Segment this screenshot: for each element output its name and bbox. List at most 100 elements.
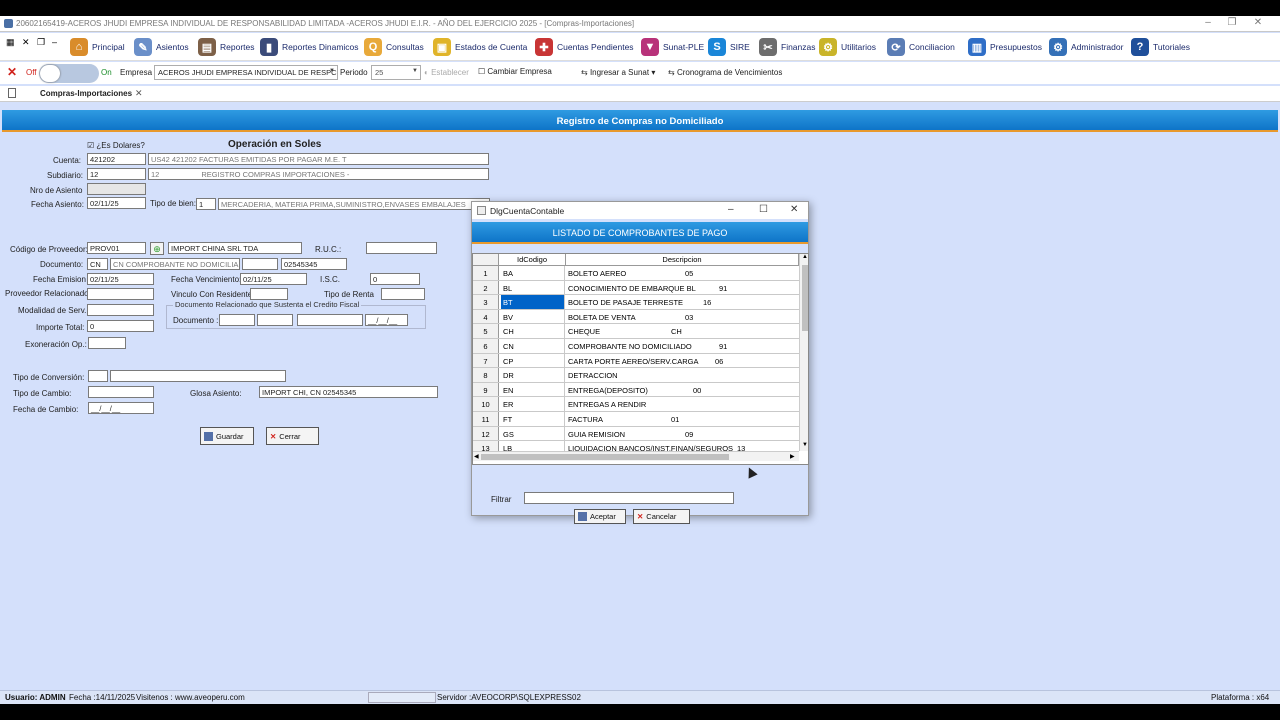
minimize-doc-icon[interactable]: – — [52, 37, 57, 47]
doc-code-input[interactable]: CN — [87, 258, 108, 270]
table-row[interactable]: 9 EN ENTREGA(DEPOSITO) 00 — [473, 382, 799, 398]
menu-item-finanzas[interactable]: ✂ Finanzas — [759, 37, 816, 57]
cuenta-input[interactable]: 421202 — [87, 153, 146, 165]
row-number[interactable]: 10 — [473, 397, 499, 411]
column-header-descripcion[interactable]: Descripcion — [566, 254, 799, 266]
filtrar-input[interactable] — [524, 492, 734, 504]
tipo-bien-input[interactable]: 1 — [196, 198, 216, 210]
dialog-maximize-button[interactable]: ☐ — [759, 204, 768, 215]
row-number[interactable]: 1 — [473, 266, 499, 280]
menu-item-estados-de-cuenta[interactable]: ▣ Estados de Cuenta — [433, 37, 527, 57]
menu-item-reportes-dinamicos[interactable]: ▮ Reportes Dinamicos — [260, 37, 359, 57]
menu-item-cuentas-pendientes[interactable]: ✚ Cuentas Pendientes — [535, 37, 634, 57]
table-row[interactable]: 7 CP CARTA PORTE AEREO/SERV.CARGA 06 — [473, 353, 799, 369]
row-number[interactable]: 2 — [473, 280, 499, 295]
doc-rel-type-input[interactable] — [219, 314, 255, 326]
aceptar-button[interactable]: Aceptar — [574, 509, 626, 524]
doc-serie-input[interactable] — [242, 258, 278, 270]
menu-item-administrador[interactable]: ⚙ Administrador — [1049, 37, 1123, 57]
cell-descripcion[interactable]: CARTA PORTE AEREO/SERV.CARGA — [568, 357, 698, 366]
menu-item-sunat-ple[interactable]: ▼ Sunat-PLE — [641, 37, 704, 57]
cell-descripcion[interactable]: CHEQUE — [568, 327, 600, 336]
tipo-conversion-input[interactable] — [88, 370, 108, 382]
cell-idcodigo[interactable]: CN — [501, 339, 565, 353]
cell-idcodigo[interactable]: DR — [501, 368, 565, 382]
close-red-icon[interactable]: ✕ — [7, 65, 17, 79]
row-number[interactable]: 6 — [473, 339, 499, 353]
menu-item-utilitarios[interactable]: ⚙ Utilitarios — [819, 37, 876, 57]
cell-descripcion[interactable]: BOLETA DE VENTA — [568, 313, 636, 322]
prov-rel-input[interactable] — [87, 288, 154, 300]
row-number[interactable]: 11 — [473, 412, 499, 426]
vertical-scrollbar[interactable]: ▲ ▼ — [799, 254, 808, 451]
cell-idcodigo[interactable]: FT — [501, 412, 565, 426]
table-row[interactable]: 10 ER ENTREGAS A RENDIR — [473, 397, 799, 412]
empresa-select[interactable]: ACEROS JHUDI EMPRESA INDIVIDUAL DE RESPC… — [154, 65, 338, 80]
comprobantes-grid[interactable]: IdCodigo Descripcion 1 BA BOLETO AEREO 05 2 B… — [472, 253, 809, 465]
cerrar-button[interactable]: ✕ Cerrar — [266, 427, 319, 445]
doc-rel-number-input[interactable] — [297, 314, 363, 326]
exoneracion-input[interactable] — [88, 337, 126, 349]
table-row[interactable]: 2 BL CONOCIMIENTO DE EMBARQUE BL 91 — [473, 280, 799, 296]
vinculo-input[interactable] — [250, 288, 288, 300]
doc-rel-date-input[interactable]: __/__/__ — [365, 314, 408, 326]
vertical-scroll-thumb[interactable] — [802, 265, 808, 331]
close-button[interactable]: ✕ — [1248, 17, 1268, 28]
ruc-input[interactable] — [366, 242, 437, 254]
cell-descripcion[interactable]: ENTREGAS A RENDIR — [568, 400, 646, 409]
table-row[interactable]: 6 CN COMPROBANTE NO DOMICILIADO 91 — [473, 339, 799, 354]
toggle-knob[interactable] — [40, 65, 60, 82]
cell-descripcion[interactable]: COMPROBANTE NO DOMICILIADO — [568, 342, 692, 351]
menu-item-reportes[interactable]: ▤ Reportes — [198, 37, 255, 57]
menu-item-principal[interactable]: ⌂ Principal — [70, 37, 125, 57]
table-row[interactable]: 3 BT BOLETO DE PASAJE TERRESTE 16 — [473, 295, 799, 310]
cell-descripcion[interactable]: FACTURA — [568, 415, 603, 424]
cell-idcodigo[interactable]: BT — [501, 295, 565, 309]
fecha-cambio-input[interactable]: __/__/__ — [88, 402, 154, 414]
tipo-renta-input[interactable] — [381, 288, 425, 300]
dialog-close-button[interactable]: ✕ — [790, 204, 798, 215]
row-number[interactable]: 9 — [473, 382, 499, 397]
cell-idcodigo[interactable]: CP — [501, 353, 565, 368]
menu-item-presupuestos[interactable]: ▥ Presupuestos — [968, 37, 1042, 57]
row-number[interactable]: 5 — [473, 324, 499, 338]
doc-number-input[interactable]: 02545345 — [281, 258, 347, 270]
glosa-input[interactable]: IMPORT CHI, CN 02545345 — [259, 386, 438, 398]
row-number[interactable]: 4 — [473, 309, 499, 324]
cell-descripcion[interactable]: DETRACCION — [568, 371, 618, 380]
periodo-select[interactable]: 25 ▼ — [371, 65, 421, 80]
cell-descripcion[interactable]: BOLETO AEREO — [568, 269, 626, 278]
scroll-down-icon[interactable]: ▼ — [802, 442, 808, 448]
row-number[interactable]: 3 — [473, 295, 499, 309]
restore-icon[interactable]: ❐ — [37, 37, 45, 48]
column-header-idcodigo[interactable]: IdCodigo — [499, 254, 566, 266]
table-row[interactable]: 8 DR DETRACCION — [473, 368, 799, 383]
es-dolares-checkbox[interactable]: ☑ ¿Es Dolares? — [87, 141, 145, 150]
cell-descripcion[interactable]: CONOCIMIENTO DE EMBARQUE BL — [568, 284, 696, 293]
cell-idcodigo[interactable]: EN — [501, 382, 565, 397]
subdiario-input[interactable]: 12 — [87, 168, 146, 180]
table-row[interactable]: 1 BA BOLETO AEREO 05 — [473, 266, 799, 281]
cell-idcodigo[interactable]: BV — [501, 309, 565, 324]
menu-item-conciliacion[interactable]: ⟳ Conciliacion — [887, 37, 955, 57]
minimize-button[interactable]: – — [1198, 17, 1218, 28]
table-row[interactable]: 4 BV BOLETA DE VENTA 03 — [473, 309, 799, 325]
menu-item-asientos[interactable]: ✎ Asientos — [134, 37, 189, 57]
establecer-button[interactable]: ◐ Establecer — [424, 68, 469, 77]
horizontal-scrollbar[interactable]: ◀ ▶ — [473, 451, 799, 461]
menu-item-sire[interactable]: S SIRE — [708, 37, 750, 57]
table-row[interactable]: 11 FT FACTURA 01 — [473, 412, 799, 427]
fecha-emision-input[interactable]: 02/11/25 — [87, 273, 154, 285]
status-visitenos[interactable]: Visitenos : www.aveoperu.com — [136, 693, 245, 702]
row-number[interactable]: 8 — [473, 368, 499, 382]
add-proveedor-icon[interactable]: ⊕ — [150, 242, 164, 255]
scroll-left-icon[interactable]: ◀ — [474, 453, 479, 460]
importe-input[interactable]: 0 — [87, 320, 154, 332]
guardar-button[interactable]: Guardar — [200, 427, 254, 445]
cell-idcodigo[interactable]: BA — [501, 266, 565, 280]
cancelar-button[interactable]: ✕ Cancelar — [633, 509, 690, 524]
menu-item-tutoriales[interactable]: ? Tutoriales — [1131, 37, 1190, 57]
row-number[interactable]: 12 — [473, 426, 499, 441]
cell-descripcion[interactable]: BOLETO DE PASAJE TERRESTE — [568, 298, 683, 307]
fecha-asiento-input[interactable]: 02/11/25 — [87, 197, 146, 209]
